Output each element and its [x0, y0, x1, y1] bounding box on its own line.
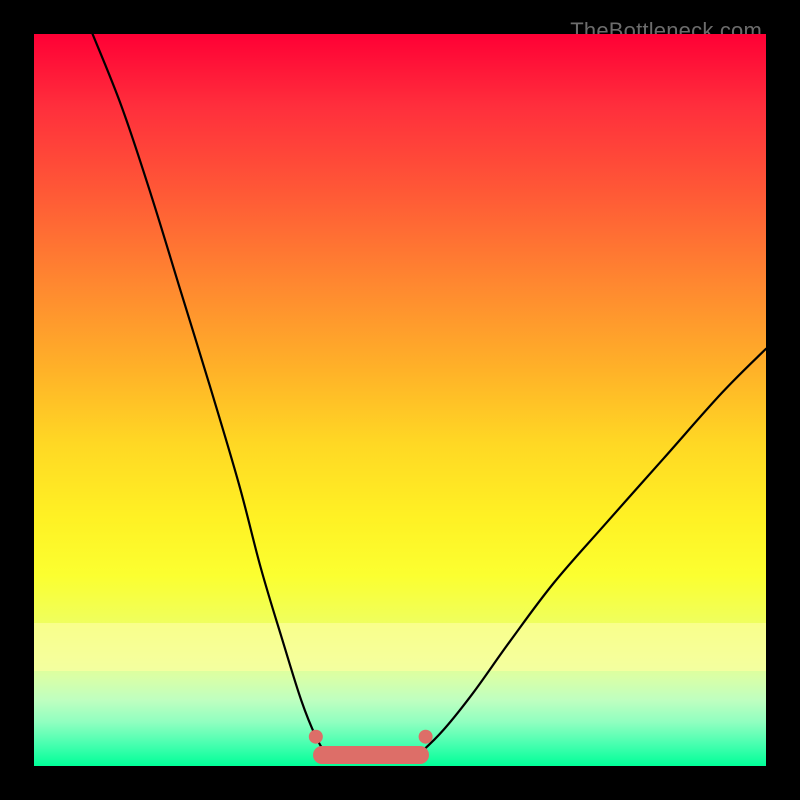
plot-area — [34, 34, 766, 766]
chart-frame: TheBottleneck.com — [16, 16, 784, 784]
curve-left-path — [93, 34, 335, 762]
bottom-segment — [313, 746, 429, 764]
curve-right-path — [407, 349, 766, 763]
segment-end-right-dot — [419, 730, 433, 744]
curves-svg — [34, 34, 766, 766]
segment-end-left-dot — [309, 730, 323, 744]
